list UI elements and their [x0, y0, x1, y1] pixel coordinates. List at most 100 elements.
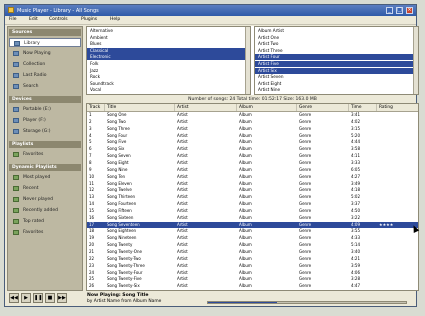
stop-button[interactable]: ■ [45, 293, 55, 303]
table-row[interactable]: 4 Song Four Artist Album Genre 5:20 [87, 133, 418, 139]
browser-row[interactable]: Artist Seven [255, 74, 418, 80]
browser-row[interactable]: Blues [87, 41, 250, 47]
browser-row[interactable]: Artist Three [255, 48, 418, 54]
table-row[interactable]: 19 Song Nineteen Artist Album Genre 4:33 [87, 235, 418, 241]
menu-item-controls[interactable]: Controls [49, 17, 68, 22]
sidebar-item[interactable]: Top rated [9, 217, 81, 226]
table-row[interactable]: 20 Song Twenty Artist Album Genre 5:14 [87, 242, 418, 248]
column-header-title[interactable]: Title [105, 104, 175, 111]
menu-item-plugins[interactable]: Plugins [81, 17, 97, 22]
previous-button[interactable]: ◀◀ [9, 293, 19, 303]
sidebar-item[interactable]: Search [9, 82, 81, 91]
column-header-genre[interactable]: Genre [297, 104, 349, 111]
sidebar-item[interactable]: Favorites [9, 150, 81, 159]
table-row[interactable]: 1 Song One Artist Album Genre 3:41 [87, 112, 418, 118]
browser-row[interactable]: Artist Four [255, 54, 418, 61]
browser-scrollbar[interactable] [245, 27, 250, 94]
table-row[interactable]: 26 Song Twenty-Six Artist Album Genre 4:47 [87, 283, 418, 289]
browser-row[interactable]: Alternative [87, 28, 250, 34]
sidebar-item[interactable]: Player (F:) [9, 116, 81, 125]
browser-row[interactable]: Album Artist [255, 28, 418, 34]
sidebar-item[interactable]: Most played [9, 173, 81, 182]
next-button[interactable]: ▶▶ [57, 293, 67, 303]
genre-pane[interactable]: Alternative Ambient Blues Classical Electron… [86, 26, 251, 95]
column-header-track[interactable]: Track [87, 104, 105, 111]
pause-button[interactable]: ❚❚ [33, 293, 43, 303]
table-row[interactable]: 9 Song Nine Artist Album Genre 6:05 [87, 167, 418, 173]
sidebar-item[interactable]: Portable (E:) [9, 105, 81, 114]
table-cell: 26 [89, 283, 95, 289]
seek-slider[interactable] [207, 301, 407, 304]
browser-row[interactable]: Electronic [87, 54, 250, 61]
browser-row[interactable]: Ambient [87, 35, 250, 41]
menu-item-edit[interactable]: Edit [29, 17, 38, 22]
close-button[interactable]: × [406, 7, 413, 14]
title-bar[interactable]: Music Player - Library - All Songs _ □ × [5, 5, 416, 16]
play-button[interactable]: ▶ [21, 293, 31, 303]
sidebar-item-label: Most played [23, 175, 51, 180]
browser-row[interactable]: Rock [87, 74, 250, 80]
menu-item-file[interactable]: File [9, 17, 17, 22]
table-cell [377, 215, 418, 221]
column-header-rating[interactable]: Rating [377, 104, 418, 111]
browser-row[interactable]: Artist Two [255, 41, 418, 47]
track-list[interactable]: Track Title Artist Album Genre Time Rating 1 So… [86, 103, 419, 291]
table-row[interactable]: 10 Song Ten Artist Album Genre 4:27 [87, 174, 418, 180]
table-row[interactable]: 3 Song Three Artist Album Genre 3:15 [87, 126, 418, 132]
browser-row[interactable]: Artist Nine [255, 87, 418, 93]
table-cell: Artist [177, 228, 188, 234]
table-row[interactable]: 6 Song Six Artist Album Genre 3:58 [87, 146, 418, 152]
sidebar-item[interactable]: Recently added [9, 206, 81, 215]
browser-row[interactable]: Artist One [255, 35, 418, 41]
browser-row[interactable]: Classical [87, 47, 250, 54]
sidebar-item[interactable]: Storage (G:) [9, 127, 81, 136]
table-row[interactable]: 5 Song Five Artist Album Genre 4:44 [87, 139, 418, 145]
table-cell: Album [239, 214, 252, 220]
table-row[interactable]: 22 Song Twenty-Two Artist Album Genre 4:21 [87, 256, 418, 262]
browser-row[interactable]: Artist Eight [255, 81, 418, 87]
sidebar-item[interactable]: Recent [9, 184, 81, 193]
sidebar-item[interactable]: Now Playing [9, 49, 81, 58]
browser-row[interactable]: Jazz [87, 68, 250, 74]
column-header-album[interactable]: Album [237, 104, 297, 111]
table-cell: Genre [299, 207, 312, 213]
browser-row[interactable]: Soundtrack [87, 81, 250, 87]
menu-item-help[interactable]: Help [110, 17, 120, 22]
maximize-button[interactable]: □ [396, 7, 403, 14]
table-row[interactable]: 23 Song Twenty-Three Artist Album Genre 3:59 [87, 263, 418, 269]
browser-row[interactable]: Artist Five [255, 61, 418, 67]
sidebar-item[interactable]: Collection [9, 60, 81, 69]
browser-row[interactable]: Vocal [87, 87, 250, 93]
table-row[interactable]: 8 Song Eight Artist Album Genre 3:33 [87, 160, 418, 166]
artist-pane[interactable]: Album Artist Artist One Artist Two Artist T… [254, 26, 419, 95]
minimize-button[interactable]: _ [386, 7, 393, 14]
browser-scrollbar[interactable] [413, 27, 418, 94]
table-row[interactable]: 24 Song Twenty-Four Artist Album Genre 4:06 [87, 270, 418, 276]
sidebar-item[interactable]: Library [9, 38, 81, 47]
table-row[interactable]: 7 Song Seven Artist Album Genre 4:11 [87, 153, 418, 159]
table-row[interactable]: 14 Song Fourteen Artist Album Genre 3:37 [87, 201, 418, 207]
table-row[interactable]: 18 Song Eighteen Artist Album Genre 3:55 [87, 228, 418, 234]
table-row[interactable]: 2 Song Two Artist Album Genre 4:02 [87, 119, 418, 125]
table-row[interactable]: 11 Song Eleven Artist Album Genre 3:49 [87, 181, 418, 187]
sidebar-item-label: Player (F:) [23, 118, 46, 123]
sidebar-item[interactable]: Last Radio [9, 71, 81, 80]
table-row[interactable]: 16 Song Sixteen Artist Album Genre 3:22 [87, 215, 418, 221]
table-cell: 3:37 [351, 201, 360, 207]
table-row[interactable]: 25 Song Twenty-Five Artist Album Genre 3:28 [87, 276, 418, 282]
table-row[interactable]: 21 Song Twenty-One Artist Album Genre 3:40 [87, 249, 418, 255]
table-row[interactable]: 17 Song Seventeen Artist Album Genre 4:09 ★★★★ [87, 221, 418, 228]
sidebar-item-label: Recent [23, 186, 39, 191]
table-cell: 3:59 [351, 262, 360, 268]
column-header-time[interactable]: Time [349, 104, 377, 111]
browser-row[interactable]: Folk [87, 61, 250, 67]
column-header-artist[interactable]: Artist [175, 104, 237, 111]
sidebar-item[interactable]: Favorites [9, 228, 81, 237]
table-row[interactable]: 12 Song Twelve Artist Album Genre 4:18 [87, 187, 418, 193]
browser-row[interactable]: Artist Six [255, 67, 418, 74]
table-row[interactable]: 13 Song Thirteen Artist Album Genre 5:02 [87, 194, 418, 200]
table-cell [377, 276, 418, 282]
sidebar-item[interactable]: Never played [9, 195, 81, 204]
table-row[interactable]: 15 Song Fifteen Artist Album Genre 4:50 [87, 208, 418, 214]
table-cell: Artist [177, 118, 188, 124]
